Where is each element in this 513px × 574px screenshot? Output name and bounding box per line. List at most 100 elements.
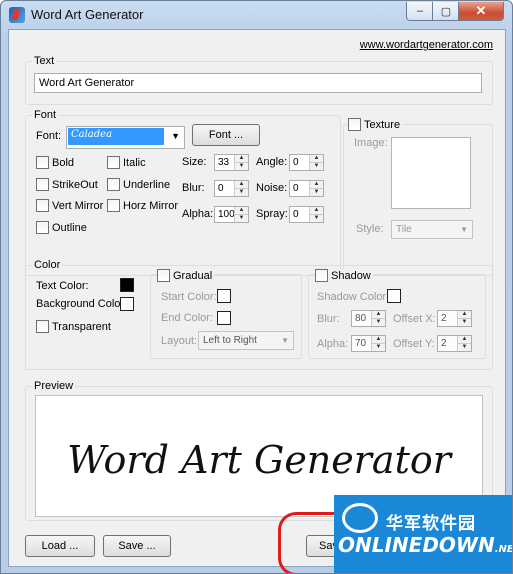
blur-spinner[interactable]: 0 ▲ ▼: [214, 180, 249, 197]
checkbox-box[interactable]: [315, 269, 328, 282]
outline-label: Outline: [52, 221, 87, 234]
font-button[interactable]: Font ...: [192, 124, 260, 146]
spin-down-icon[interactable]: ▼: [458, 343, 471, 351]
angle-spinner[interactable]: 0 ▲ ▼: [289, 154, 324, 171]
watermark-suffix: .NET: [494, 544, 512, 555]
spin-up-icon[interactable]: ▲: [372, 311, 385, 318]
italic-checkbox[interactable]: Italic: [107, 156, 146, 169]
checkbox-box[interactable]: [36, 178, 49, 191]
shadow-alpha-spinner[interactable]: 70 ▲ ▼: [351, 335, 386, 352]
end-color-swatch[interactable]: [217, 311, 231, 325]
bold-checkbox[interactable]: Bold: [36, 156, 74, 169]
spinner-arrows[interactable]: ▲ ▼: [309, 207, 323, 222]
title-bar[interactable]: Word Art Generator – ▢ ✕: [1, 1, 512, 29]
size-value: 33: [218, 157, 230, 168]
website-link[interactable]: www.wordartgenerator.com: [360, 39, 493, 51]
shadow-blur-spinner[interactable]: 80 ▲ ▼: [351, 310, 386, 327]
shadow-color-swatch[interactable]: [387, 289, 401, 303]
close-button[interactable]: ✕: [458, 2, 504, 21]
font-select[interactable]: Caladea ▼: [66, 126, 185, 149]
checkbox-box[interactable]: [36, 221, 49, 234]
shadow-checkbox[interactable]: Shadow: [315, 269, 373, 282]
spin-up-icon[interactable]: ▲: [310, 207, 323, 214]
checkbox-box[interactable]: [36, 320, 49, 333]
spin-down-icon[interactable]: ▼: [235, 214, 248, 222]
spin-up-icon[interactable]: ▲: [458, 311, 471, 318]
spin-down-icon[interactable]: ▼: [310, 214, 323, 222]
checkbox-box[interactable]: [36, 199, 49, 212]
texture-group: Texture Image: Style: Tile ▼: [343, 118, 493, 276]
gradual-checkbox[interactable]: Gradual: [157, 269, 215, 282]
blur-label: Blur:: [182, 182, 205, 194]
checkbox-box[interactable]: [157, 269, 170, 282]
spin-up-icon[interactable]: ▲: [372, 336, 385, 343]
angle-value: 0: [293, 157, 299, 168]
spin-down-icon[interactable]: ▼: [372, 343, 385, 351]
save-button[interactable]: Save ...: [103, 535, 171, 557]
checkbox-box[interactable]: [107, 199, 120, 212]
shadow-blur-label: Blur:: [317, 313, 340, 325]
text-input[interactable]: Word Art Generator: [34, 73, 482, 93]
spin-down-icon[interactable]: ▼: [458, 318, 471, 326]
background-color-label: Background Color: [36, 298, 125, 310]
size-spinner[interactable]: 33 ▲ ▼: [214, 154, 249, 171]
text-color-swatch[interactable]: [120, 278, 134, 292]
spray-spinner[interactable]: 0 ▲ ▼: [289, 206, 324, 223]
alpha-label: Alpha:: [182, 208, 214, 220]
shadow-group: Shadow Shadow Color: Blur: 80 ▲ ▼ Offset X…: [308, 269, 486, 359]
shadow-alpha-label: Alpha:: [317, 338, 349, 350]
noise-spinner[interactable]: 0 ▲ ▼: [289, 180, 324, 197]
layout-select[interactable]: Left to Right ▼: [198, 331, 294, 350]
spinner-arrows[interactable]: ▲ ▼: [234, 207, 248, 222]
offset-y-value: 2: [441, 338, 447, 349]
minimize-button[interactable]: –: [406, 2, 434, 21]
checkbox-box[interactable]: [36, 156, 49, 169]
outline-checkbox[interactable]: Outline: [36, 221, 87, 234]
spin-down-icon[interactable]: ▼: [235, 188, 248, 196]
checkbox-box[interactable]: [348, 118, 361, 131]
spinner-arrows[interactable]: ▲ ▼: [234, 181, 248, 196]
texture-image-box[interactable]: [391, 137, 471, 209]
spinner-arrows[interactable]: ▲ ▼: [309, 181, 323, 196]
shadow-alpha-value: 70: [355, 338, 367, 349]
spinner-arrows[interactable]: ▲ ▼: [371, 311, 385, 326]
style-select[interactable]: Tile ▼: [391, 220, 473, 239]
offset-x-spinner[interactable]: 2 ▲ ▼: [437, 310, 472, 327]
spin-up-icon[interactable]: ▲: [235, 207, 248, 214]
alpha-value: 100: [218, 209, 235, 220]
text-group-label: Text: [32, 55, 57, 67]
noise-value: 0: [293, 183, 299, 194]
texture-checkbox[interactable]: Texture: [348, 118, 403, 131]
vert-mirror-checkbox[interactable]: Vert Mirror: [36, 199, 103, 212]
alpha-spinner[interactable]: 100 ▲ ▼: [214, 206, 249, 223]
horz-mirror-label: Horz Mirror: [123, 199, 178, 212]
strikeout-checkbox[interactable]: StrikeOut: [36, 178, 98, 191]
spin-up-icon[interactable]: ▲: [235, 155, 248, 162]
spinner-arrows[interactable]: ▲ ▼: [371, 336, 385, 351]
spin-up-icon[interactable]: ▲: [310, 155, 323, 162]
spinner-arrows[interactable]: ▲ ▼: [309, 155, 323, 170]
spin-up-icon[interactable]: ▲: [310, 181, 323, 188]
spinner-arrows[interactable]: ▲ ▼: [457, 336, 471, 351]
start-color-swatch[interactable]: [217, 289, 231, 303]
italic-label: Italic: [123, 156, 146, 169]
maximize-button[interactable]: ▢: [432, 2, 460, 21]
horz-mirror-checkbox[interactable]: Horz Mirror: [107, 199, 178, 212]
spinner-arrows[interactable]: ▲ ▼: [457, 311, 471, 326]
offset-y-spinner[interactable]: 2 ▲ ▼: [437, 335, 472, 352]
spin-up-icon[interactable]: ▲: [458, 336, 471, 343]
spin-down-icon[interactable]: ▼: [235, 162, 248, 170]
transparent-checkbox[interactable]: Transparent: [36, 320, 111, 333]
spinner-arrows[interactable]: ▲ ▼: [234, 155, 248, 170]
spin-down-icon[interactable]: ▼: [310, 188, 323, 196]
font-group: Font Font: Caladea ▼ Font ... Bold Itali…: [25, 109, 341, 276]
text-color-label: Text Color:: [36, 280, 89, 292]
spin-down-icon[interactable]: ▼: [372, 318, 385, 326]
load-button[interactable]: Load ...: [25, 535, 95, 557]
background-color-swatch[interactable]: [120, 297, 134, 311]
checkbox-box[interactable]: [107, 156, 120, 169]
spin-up-icon[interactable]: ▲: [235, 181, 248, 188]
spin-down-icon[interactable]: ▼: [310, 162, 323, 170]
checkbox-box[interactable]: [107, 178, 120, 191]
underline-checkbox[interactable]: Underline: [107, 178, 170, 191]
